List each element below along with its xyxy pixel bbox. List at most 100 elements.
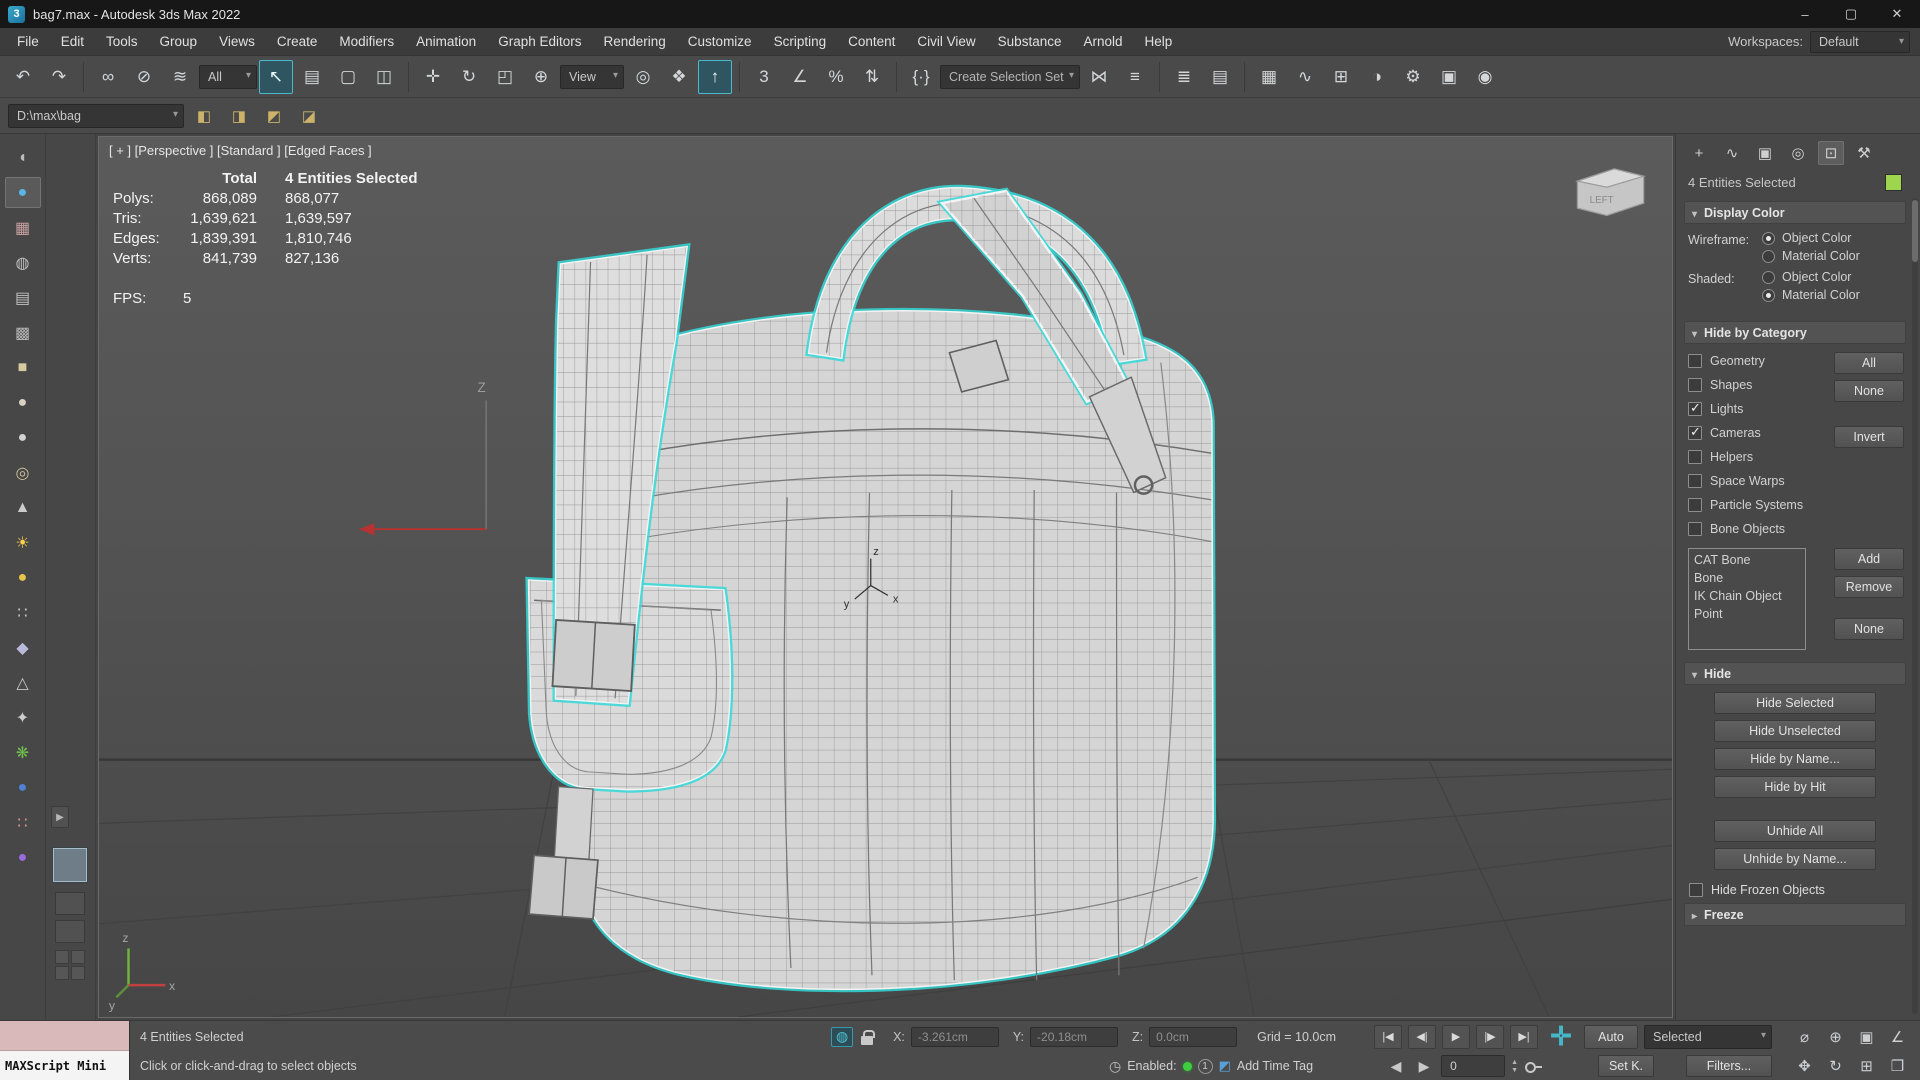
auto-key-button[interactable]: Auto bbox=[1584, 1024, 1638, 1049]
light-tool-icon[interactable]: ☀ bbox=[5, 527, 41, 558]
checkbox-icon[interactable] bbox=[1688, 353, 1702, 368]
menu-customize[interactable]: Customize bbox=[677, 28, 763, 55]
expand-arrow-button[interactable]: ▶ bbox=[51, 806, 69, 828]
rectangular-selection-region-icon[interactable]: ▢ bbox=[331, 60, 365, 94]
menu-tools[interactable]: Tools bbox=[95, 28, 149, 55]
maxscript-mini-listener[interactable]: MAXScript Mini bbox=[0, 1021, 130, 1080]
blob-tool-icon[interactable]: ● bbox=[5, 387, 41, 418]
menu-graph-editors[interactable]: Graph Editors bbox=[487, 28, 592, 55]
category-shapes[interactable]: Shapes bbox=[1688, 375, 1828, 394]
select-and-move-icon[interactable]: ✛ bbox=[416, 60, 450, 94]
previous-frame-button[interactable]: ◀| bbox=[1408, 1024, 1436, 1049]
list-item[interactable]: Bone bbox=[1694, 570, 1800, 586]
list-item[interactable]: CAT Bone bbox=[1694, 552, 1800, 568]
freeze-header[interactable]: Freeze bbox=[1684, 903, 1906, 926]
category-helpers[interactable]: Helpers bbox=[1688, 447, 1828, 466]
category-cameras[interactable]: Cameras bbox=[1688, 423, 1828, 442]
key-filter-dropdown[interactable]: Selected bbox=[1644, 1024, 1772, 1049]
category-geometry[interactable]: Geometry bbox=[1688, 351, 1828, 370]
display-tab-icon[interactable]: ⊡ bbox=[1818, 141, 1844, 165]
select-and-scale-icon[interactable]: ◰ bbox=[488, 60, 522, 94]
frame-spinner[interactable] bbox=[1511, 1059, 1518, 1074]
checkbox-icon[interactable] bbox=[1688, 400, 1702, 416]
material-editor-icon[interactable]: ◑ bbox=[1360, 60, 1394, 94]
select-object-icon[interactable]: ↖ bbox=[259, 59, 293, 94]
maxscript-mini-label[interactable]: MAXScript Mini bbox=[0, 1051, 129, 1080]
file-link-icon[interactable]: ◪ bbox=[294, 102, 324, 130]
y-coord-field[interactable]: -20.18cm bbox=[1030, 1026, 1119, 1047]
display-color-header[interactable]: Display Color bbox=[1684, 201, 1906, 224]
render-setup-icon[interactable]: ⚙ bbox=[1396, 60, 1430, 94]
checkbox-icon[interactable] bbox=[1688, 449, 1702, 464]
hide-frozen-objects-option[interactable]: Hide Frozen Objects bbox=[1684, 876, 1825, 899]
align-icon[interactable]: ≡ bbox=[1118, 60, 1152, 94]
hemisphere-tool-icon[interactable]: ◖ bbox=[5, 142, 41, 173]
panel-scrollbar[interactable] bbox=[1912, 198, 1918, 1014]
import-file-icon[interactable]: ◩ bbox=[259, 102, 289, 130]
curve-editor-icon[interactable]: ∿ bbox=[1288, 60, 1322, 94]
foliage-tool-icon[interactable]: ❋ bbox=[5, 737, 41, 768]
zoom-all-icon[interactable]: ⊕ bbox=[1823, 1026, 1848, 1048]
plane-tool-icon[interactable]: ▤ bbox=[5, 282, 41, 313]
shaded-object-color-option[interactable]: Object Color bbox=[1762, 270, 1860, 284]
menu-scripting[interactable]: Scripting bbox=[763, 28, 838, 55]
menu-substance[interactable]: Substance bbox=[987, 28, 1073, 55]
asset-library-icon[interactable]: ◨ bbox=[224, 102, 254, 130]
zoom-region-icon[interactable]: ⊞ bbox=[1854, 1055, 1879, 1077]
select-and-place-icon[interactable]: ⊕ bbox=[524, 60, 558, 94]
isolate-selection-icon[interactable]: ◍ bbox=[831, 1026, 854, 1047]
checkbox-icon[interactable] bbox=[1688, 473, 1702, 488]
reference-coordinate-dropdown[interactable]: View bbox=[560, 64, 624, 89]
pan-icon[interactable]: ✥ bbox=[1792, 1055, 1817, 1077]
hide-header[interactable]: Hide bbox=[1684, 662, 1906, 685]
wireframe-material-color-option[interactable]: Material Color bbox=[1762, 249, 1860, 263]
modify-tab-icon[interactable]: ∿ bbox=[1719, 141, 1745, 165]
toggle-scene-explorer-icon[interactable]: ≣ bbox=[1167, 60, 1201, 94]
bind-to-space-warp-icon[interactable]: ≋ bbox=[163, 60, 197, 94]
layout-grid-button[interactable] bbox=[55, 950, 85, 980]
radio-icon[interactable] bbox=[1762, 249, 1775, 263]
set-key-mode-icon[interactable]: ✛ bbox=[1544, 1021, 1578, 1052]
menu-arnold[interactable]: Arnold bbox=[1072, 28, 1133, 55]
select-by-name-icon[interactable]: ▤ bbox=[295, 60, 329, 94]
keyboard-shortcut-override-icon[interactable]: ↑ bbox=[698, 59, 732, 94]
select-and-rotate-icon[interactable]: ↻ bbox=[452, 60, 486, 94]
utilities-tab-icon[interactable]: ⚒ bbox=[1851, 141, 1877, 165]
capsule-tool-icon[interactable]: ◍ bbox=[5, 247, 41, 278]
redo-icon[interactable]: ↷ bbox=[42, 60, 76, 94]
motion-tab-icon[interactable]: ◎ bbox=[1785, 141, 1811, 165]
menu-help[interactable]: Help bbox=[1134, 28, 1184, 55]
none-button[interactable]: None bbox=[1834, 380, 1904, 402]
menu-content[interactable]: Content bbox=[837, 28, 906, 55]
viewport-label[interactable]: [ + ] [Perspective ] [Standard ] [Edged … bbox=[109, 143, 372, 158]
minimize-button[interactable]: – bbox=[1782, 0, 1828, 28]
category-bone-objects[interactable]: Bone Objects bbox=[1688, 519, 1828, 538]
checkbox-icon[interactable] bbox=[1688, 377, 1702, 392]
selection-filter-dropdown[interactable]: All bbox=[199, 64, 257, 89]
close-button[interactable]: ✕ bbox=[1874, 0, 1920, 28]
menu-edit[interactable]: Edit bbox=[50, 28, 95, 55]
radio-icon[interactable] bbox=[1762, 288, 1775, 302]
all-button[interactable]: All bbox=[1834, 352, 1904, 374]
paint-tool-icon[interactable]: ◆ bbox=[5, 632, 41, 663]
z-coord-field[interactable]: 0.0cm bbox=[1149, 1026, 1238, 1047]
side-slot-2[interactable] bbox=[55, 920, 85, 943]
project-path-dropdown[interactable]: D:\max\bag bbox=[8, 103, 184, 128]
scene-scripts-icon[interactable]: ◷ bbox=[1109, 1058, 1121, 1075]
hide-by-name-button[interactable]: Hide by Name... bbox=[1714, 748, 1876, 770]
cone-tool-icon[interactable]: ▲ bbox=[5, 492, 41, 523]
maximize-button[interactable]: ▢ bbox=[1828, 0, 1874, 28]
hide-unselected-button[interactable]: Hide Unselected bbox=[1714, 720, 1876, 742]
rendered-frame-window-icon[interactable]: ▣ bbox=[1432, 60, 1466, 94]
star-helper-tool-icon[interactable]: ✦ bbox=[5, 702, 41, 733]
menu-group[interactable]: Group bbox=[149, 28, 209, 55]
angle-snap-icon[interactable]: ∠ bbox=[783, 60, 817, 94]
hide-by-hit-button[interactable]: Hide by Hit bbox=[1714, 776, 1876, 798]
zoom-extents-icon[interactable]: ▣ bbox=[1854, 1026, 1879, 1048]
pyramid-tool-icon[interactable]: △ bbox=[5, 667, 41, 698]
set-key-button[interactable]: Set K. bbox=[1598, 1055, 1654, 1077]
bone-category-list[interactable]: CAT Bone Bone IK Chain Object Point bbox=[1688, 548, 1806, 650]
sphere-purple-tool-icon[interactable]: ● bbox=[5, 842, 41, 873]
viewcube[interactable]: LEFT bbox=[1575, 168, 1647, 217]
sphere-blue-tool-icon[interactable]: ● bbox=[4, 177, 41, 208]
